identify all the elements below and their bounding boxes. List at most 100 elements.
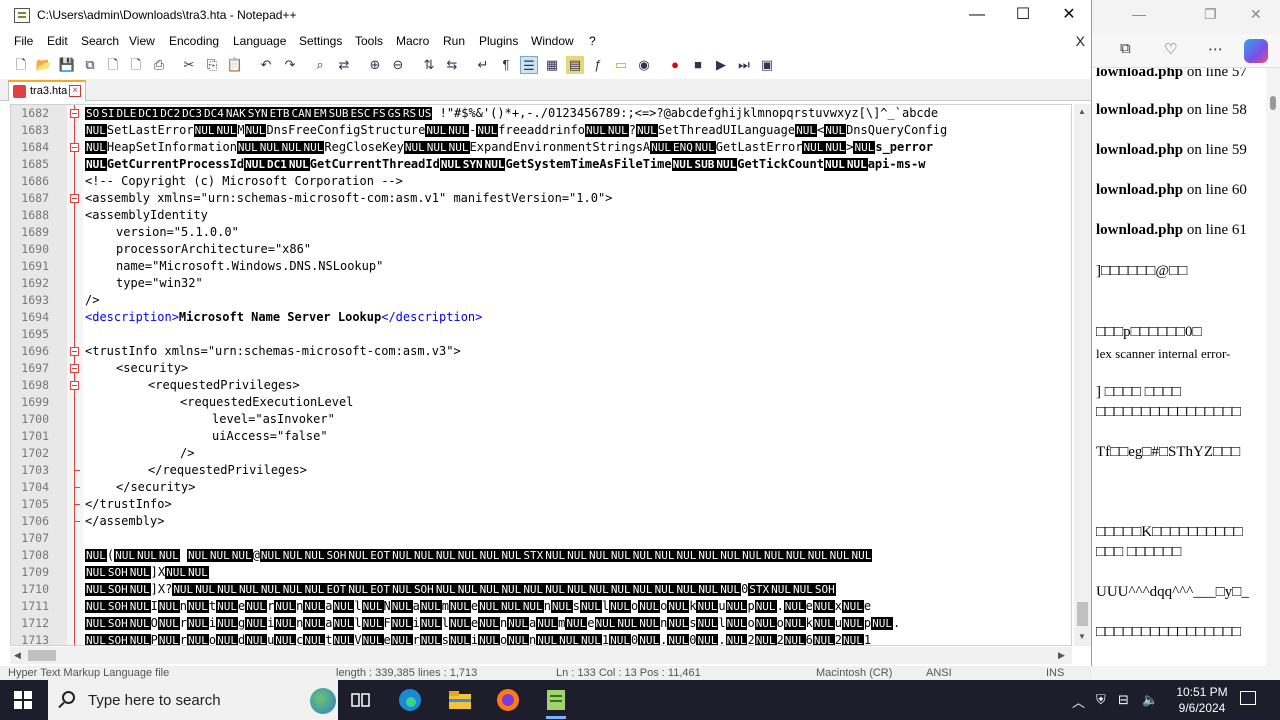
line-number: 1700 bbox=[21, 412, 49, 426]
play-macro-icon[interactable]: ▶ bbox=[712, 56, 730, 74]
menu-view[interactable]: View bbox=[129, 34, 155, 48]
folder-as-workspace-icon[interactable]: ▭ bbox=[612, 56, 630, 74]
browser-minimize-button[interactable]: — bbox=[1132, 6, 1146, 22]
menu-run[interactable]: Run bbox=[443, 34, 465, 48]
undo-icon[interactable]: ↶ bbox=[257, 56, 275, 74]
scroll-right-arrow[interactable]: ▶ bbox=[1058, 650, 1065, 661]
minimize-button[interactable]: — bbox=[954, 4, 1000, 28]
php-warning-line: lownload.php on line 57 bbox=[1096, 68, 1247, 80]
run-macro-multiple-icon[interactable]: ⏭ bbox=[735, 56, 753, 74]
fold-toggle[interactable] bbox=[70, 194, 79, 203]
save-icon[interactable]: 💾 bbox=[58, 56, 76, 74]
show-hidden-icons-icon[interactable]: ︿ bbox=[1072, 692, 1085, 711]
edge-browser-icon[interactable] bbox=[396, 686, 424, 714]
doc-map-icon[interactable]: ▤ bbox=[566, 56, 584, 74]
scroll-down-arrow[interactable]: ▼ bbox=[1078, 632, 1086, 641]
menu-macro[interactable]: Macro bbox=[396, 34, 429, 48]
close-document-button[interactable]: X bbox=[1076, 33, 1085, 49]
editor-horizontal-scrollbar[interactable]: ◀ ▶ bbox=[10, 647, 1072, 664]
close-file-icon[interactable]: 🗋 bbox=[104, 56, 122, 74]
stop-macro-icon[interactable]: ■ bbox=[689, 56, 707, 74]
more-options-icon[interactable]: ⋯ bbox=[1208, 40, 1223, 58]
editor-area[interactable]: 1682 SO SI DLE DC1 DC2 DC3 DC4 NAK SYN ETB CAN EM SU… bbox=[10, 104, 1072, 646]
tab-close-button[interactable]: × bbox=[69, 85, 81, 97]
zoom-out-icon[interactable]: ⊖ bbox=[389, 56, 407, 74]
line-number: 1687 bbox=[21, 191, 49, 205]
menu-encoding[interactable]: Encoding bbox=[169, 34, 219, 48]
show-all-chars-icon[interactable]: ¶ bbox=[497, 56, 515, 74]
close-button[interactable]: ✕ bbox=[1046, 4, 1092, 28]
file-explorer-icon[interactable] bbox=[446, 686, 474, 714]
browser-close-button[interactable]: ✕ bbox=[1250, 6, 1262, 23]
menu-edit[interactable]: Edit bbox=[47, 34, 68, 48]
copilot-icon[interactable] bbox=[1244, 39, 1268, 63]
function-list-icon[interactable]: ƒ bbox=[589, 56, 607, 74]
notepad-plus-plus-taskbar-icon[interactable] bbox=[542, 686, 570, 719]
firefox-icon[interactable] bbox=[494, 686, 522, 714]
record-macro-icon[interactable]: ● bbox=[666, 56, 684, 74]
garbled-text: □□□□□□□□□□□□□□□□ bbox=[1096, 404, 1241, 420]
browser-essentials-icon[interactable]: ♡ bbox=[1164, 40, 1177, 58]
scroll-up-arrow[interactable]: ▲ bbox=[1078, 107, 1086, 116]
taskbar-search-box[interactable]: Type here to search bbox=[48, 680, 338, 720]
search-highlight-icon[interactable] bbox=[310, 688, 336, 714]
maximize-button[interactable]: ☐ bbox=[1000, 4, 1046, 28]
line-number: 1701 bbox=[21, 429, 49, 443]
tab-tra3-hta[interactable]: tra3.hta × bbox=[8, 80, 86, 101]
fold-toggle[interactable] bbox=[70, 381, 79, 390]
close-all-icon[interactable]: 🗋 bbox=[127, 56, 145, 74]
sync-horizontal-icon[interactable]: ⇆ bbox=[443, 56, 461, 74]
line-text: </security> bbox=[116, 480, 196, 494]
fold-toggle[interactable] bbox=[70, 347, 79, 356]
cut-icon[interactable]: ✂ bbox=[180, 56, 198, 74]
volume-icon[interactable]: 🔈 bbox=[1142, 692, 1158, 708]
menu-help[interactable]: ? bbox=[589, 34, 596, 48]
menu-language[interactable]: Language bbox=[233, 34, 286, 48]
menu-settings[interactable]: Settings bbox=[299, 34, 342, 48]
scroll-thumb[interactable] bbox=[28, 650, 56, 661]
print-icon[interactable]: ⎙ bbox=[150, 56, 168, 74]
system-clock[interactable]: 10:51 PM 9/6/2024 bbox=[1172, 684, 1232, 716]
task-view-icon[interactable] bbox=[346, 686, 374, 714]
tab-label: tra3.hta bbox=[30, 85, 68, 97]
fold-toggle[interactable] bbox=[70, 364, 79, 373]
indent-guide-icon[interactable]: ☰ bbox=[520, 56, 538, 74]
open-file-icon[interactable]: 📂 bbox=[35, 56, 53, 74]
browser-horizontal-scrollbar[interactable] bbox=[1092, 666, 1266, 680]
scroll-thumb[interactable] bbox=[1077, 602, 1088, 626]
browser-restore-button[interactable]: ❐ bbox=[1204, 6, 1217, 23]
menu-plugins[interactable]: Plugins bbox=[479, 34, 518, 48]
php-warning-line: lownload.php on line 59 bbox=[1096, 142, 1247, 158]
scroll-thumb[interactable] bbox=[1270, 96, 1276, 110]
redo-icon[interactable]: ↷ bbox=[281, 56, 299, 74]
zoom-in-icon[interactable]: ⊕ bbox=[366, 56, 384, 74]
udl-icon[interactable]: ▦ bbox=[543, 56, 561, 74]
replace-icon[interactable]: ⇄ bbox=[335, 56, 353, 74]
monitoring-icon[interactable]: ◉ bbox=[635, 56, 653, 74]
word-wrap-icon[interactable]: ↵ bbox=[474, 56, 492, 74]
line-number: 1692 bbox=[21, 276, 49, 290]
editor-vertical-scrollbar[interactable]: ▲ ▼ bbox=[1074, 104, 1091, 646]
windows-start-icon[interactable] bbox=[14, 691, 32, 709]
find-icon[interactable]: ⌕ bbox=[311, 56, 329, 74]
save-all-icon[interactable]: ⧉ bbox=[81, 56, 99, 74]
code-line: 1694 <description>Microsoft Name Server … bbox=[11, 309, 1071, 326]
paste-icon[interactable]: 📋 bbox=[226, 56, 244, 74]
scroll-left-arrow[interactable]: ◀ bbox=[14, 650, 21, 661]
fold-toggle[interactable] bbox=[70, 109, 79, 118]
menu-tools[interactable]: Tools bbox=[355, 34, 383, 48]
security-icon[interactable]: ⛨ bbox=[1096, 692, 1106, 708]
menu-file[interactable]: File bbox=[14, 34, 33, 48]
menu-search[interactable]: Search bbox=[81, 34, 119, 48]
menu-window[interactable]: Window bbox=[531, 34, 574, 48]
browser-vertical-scrollbar[interactable] bbox=[1266, 68, 1280, 680]
copy-icon[interactable]: ⎘ bbox=[203, 56, 221, 74]
new-file-icon[interactable]: 🗋 bbox=[12, 56, 30, 74]
notification-icon[interactable] bbox=[1240, 691, 1256, 705]
sync-vertical-icon[interactable]: ⇅ bbox=[420, 56, 438, 74]
line-text: uiAccess="false" bbox=[212, 429, 328, 443]
network-icon[interactable]: ⊟ bbox=[1118, 692, 1129, 708]
collections-icon[interactable]: ⧉ bbox=[1120, 40, 1131, 57]
save-macro-icon[interactable]: ▣ bbox=[758, 56, 776, 74]
fold-toggle[interactable] bbox=[70, 143, 79, 152]
